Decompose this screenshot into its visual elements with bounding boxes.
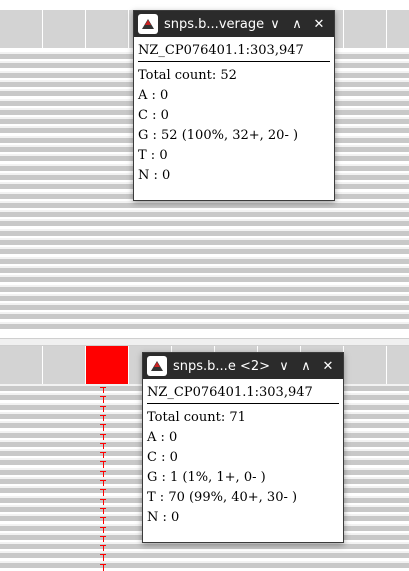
coverage-bar[interactable] [0, 10, 43, 48]
read-row[interactable] [0, 228, 409, 236]
read-row[interactable] [0, 219, 409, 227]
base-count-a: A : 0 [147, 430, 178, 445]
read-row[interactable] [0, 321, 409, 329]
panel-divider[interactable] [0, 338, 409, 346]
popup-titlebar[interactable]: snps.b...e <2> ∨ ∧ ✕ [143, 353, 343, 379]
popup-content: NZ_CP076401.1:303,947 Total count: 52 A … [134, 37, 334, 186]
coverage-bar[interactable] [0, 346, 43, 384]
read-row[interactable] [0, 238, 409, 245]
locus-label: NZ_CP076401.1:303,947 [138, 41, 330, 62]
read-row[interactable] [0, 542, 409, 550]
read-row[interactable] [0, 210, 409, 218]
close-icon[interactable]: ✕ [308, 17, 330, 32]
total-count: Total count: 52 [138, 68, 237, 83]
read-row[interactable] [0, 312, 409, 320]
base-count-n: N : 0 [147, 510, 180, 525]
read-row[interactable] [0, 551, 409, 559]
mismatch-marker [100, 563, 106, 571]
popup-title: snps.b...e <2> [173, 358, 271, 374]
popup-titlebar[interactable]: snps.b...verage ∨ ∧ ✕ [134, 11, 334, 37]
coverage-bar[interactable] [387, 346, 409, 384]
locus-label: NZ_CP076401.1:303,947 [147, 383, 339, 404]
coverage-bar-snp[interactable] [86, 346, 129, 384]
app-icon [147, 356, 167, 376]
read-row[interactable] [0, 284, 409, 292]
total-count: Total count: 71 [147, 410, 246, 425]
read-row[interactable] [0, 265, 409, 273]
chevron-down-icon[interactable]: ∨ [273, 359, 295, 374]
read-row[interactable] [0, 560, 409, 568]
base-count-a: A : 0 [138, 88, 169, 103]
read-row[interactable] [0, 200, 409, 208]
base-count-t: T : 70 (99%, 40+, 30- ) [147, 490, 298, 505]
read-row[interactable] [0, 293, 409, 301]
read-row[interactable] [0, 275, 409, 283]
popup-window-bottom[interactable]: snps.b...e <2> ∨ ∧ ✕ NZ_CP076401.1:303,9… [142, 352, 344, 543]
app-icon [138, 14, 158, 34]
chevron-up-icon[interactable]: ∧ [286, 17, 308, 32]
coverage-bar[interactable] [387, 10, 409, 48]
base-count-g: G : 52 (100%, 32+, 20- ) [138, 128, 299, 143]
base-count-n: N : 0 [138, 168, 171, 183]
popup-content: NZ_CP076401.1:303,947 Total count: 71 A … [143, 379, 343, 528]
popup-window-top[interactable]: snps.b...verage ∨ ∧ ✕ NZ_CP076401.1:303,… [133, 10, 335, 201]
chevron-down-icon[interactable]: ∨ [264, 17, 286, 32]
coverage-bar[interactable] [43, 10, 86, 48]
read-row[interactable] [0, 256, 409, 264]
read-row[interactable] [0, 303, 409, 311]
chevron-up-icon[interactable]: ∧ [295, 359, 317, 374]
base-count-c: C : 0 [147, 450, 178, 465]
read-row[interactable] [0, 247, 409, 255]
base-count-g: G : 1 (1%, 1+, 0- ) [147, 470, 266, 485]
coverage-bar[interactable] [344, 10, 387, 48]
popup-title: snps.b...verage [164, 16, 264, 32]
base-count-c: C : 0 [138, 108, 169, 123]
coverage-bar[interactable] [86, 10, 129, 48]
coverage-bar[interactable] [43, 346, 86, 384]
close-icon[interactable]: ✕ [317, 359, 339, 374]
base-count-t: T : 0 [138, 148, 168, 163]
coverage-bar[interactable] [344, 346, 387, 384]
